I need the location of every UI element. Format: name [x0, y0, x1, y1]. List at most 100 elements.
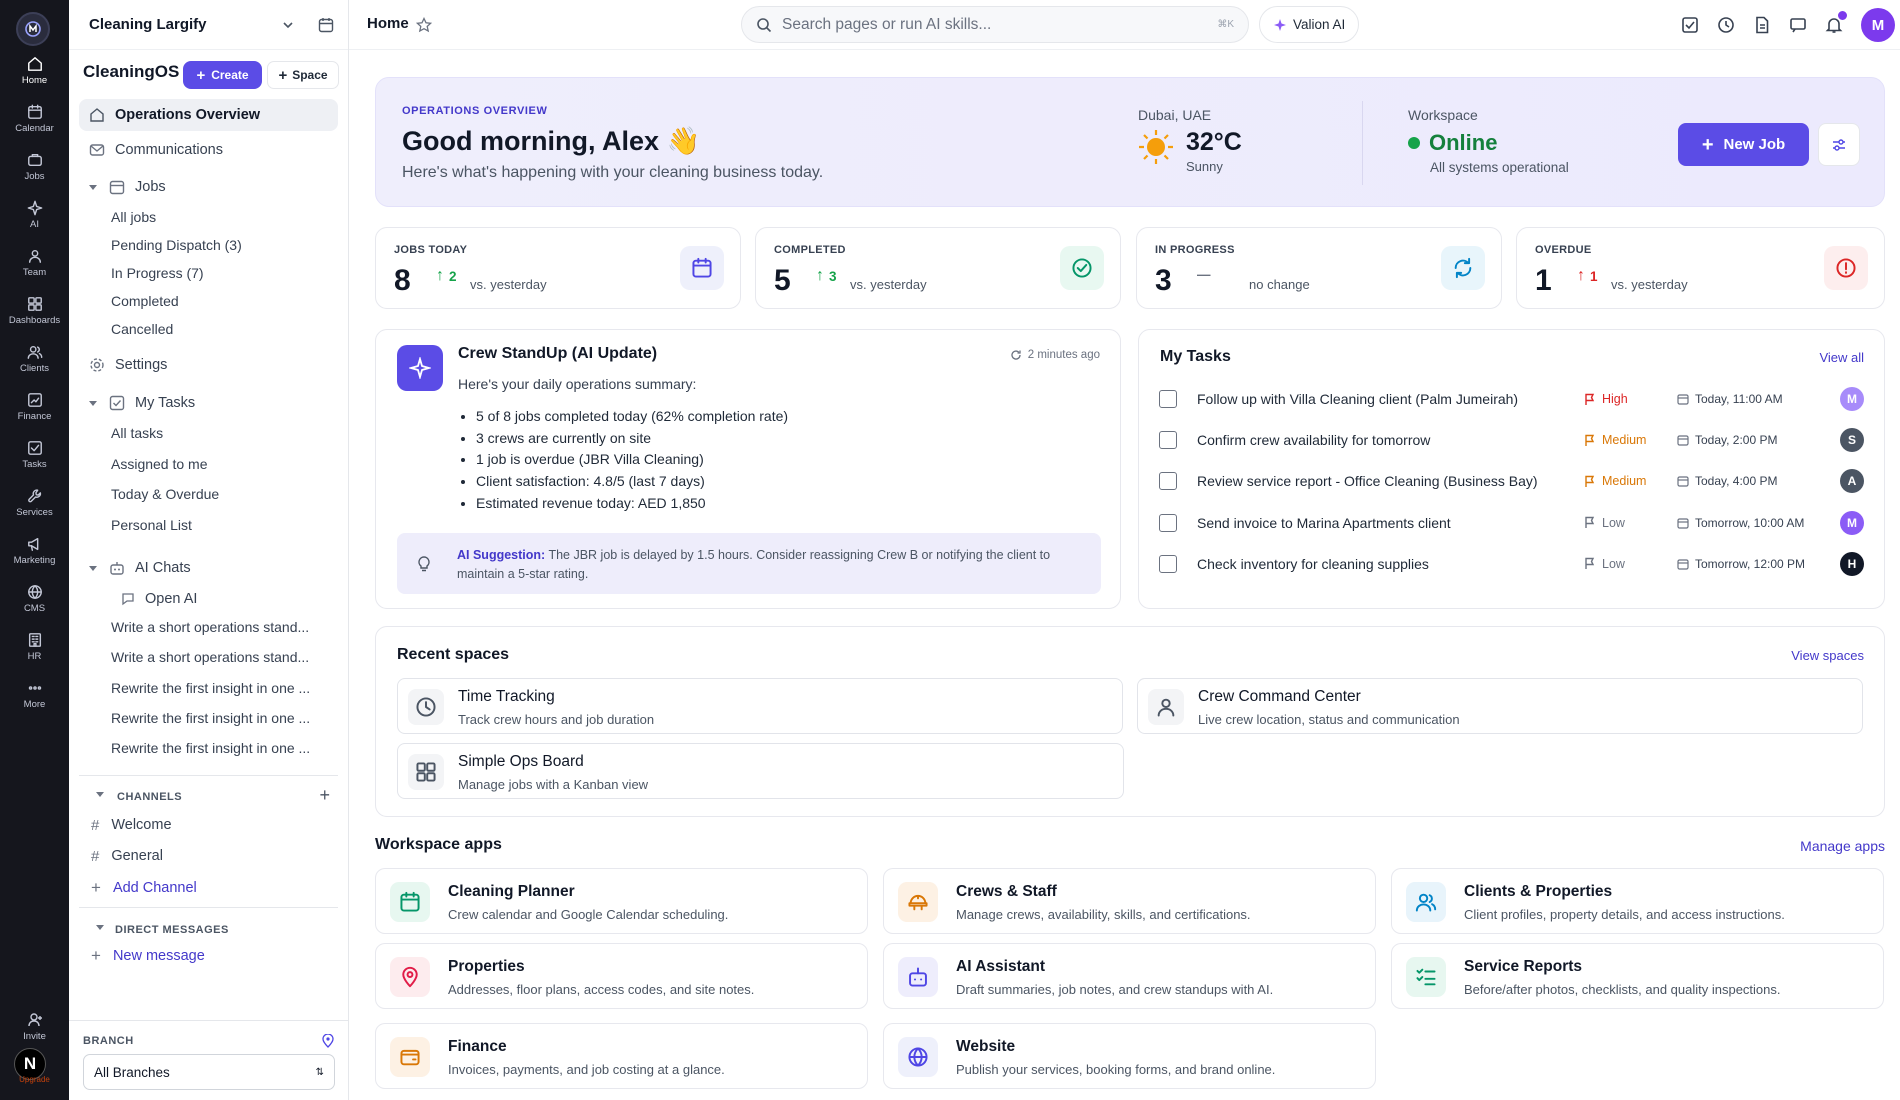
sidebar-item-settings[interactable]: Settings: [79, 355, 338, 375]
calendar-icon[interactable]: [318, 17, 334, 33]
valion-ai-button[interactable]: Valion AI: [1259, 6, 1360, 43]
task-text[interactable]: Check inventory for cleaning supplies: [1197, 556, 1429, 572]
channel-item[interactable]: # General: [79, 846, 338, 866]
app-card[interactable]: Service Reports Before/after photos, chec…: [1391, 943, 1884, 1009]
notifications-button[interactable]: [1825, 10, 1848, 34]
sidebar-subitem-jobs[interactable]: All jobs: [111, 209, 349, 225]
sidebar-item-my-tasks[interactable]: My Tasks: [79, 393, 338, 413]
task-text[interactable]: Send invoice to Marina Apartments client: [1197, 515, 1451, 531]
sidebar-item-open-ai[interactable]: Open AI: [79, 589, 338, 609]
filters-button[interactable]: [1818, 123, 1860, 166]
rail-item-tasks[interactable]: Tasks: [0, 433, 69, 477]
sidebar-item-label: Operations Overview: [115, 107, 261, 123]
profile-avatar[interactable]: M: [1861, 8, 1895, 42]
app-card[interactable]: Clients & Properties Client profiles, pro…: [1391, 868, 1884, 934]
workspace-switcher[interactable]: Cleaning Largify: [69, 0, 348, 50]
app-logo-icon[interactable]: [16, 12, 50, 46]
sidebar-item-ai-chats[interactable]: AI Chats: [79, 558, 338, 578]
refresh-icon[interactable]: [1010, 349, 1022, 361]
task-text[interactable]: Review service report - Office Cleaning …: [1197, 473, 1538, 489]
sidebar-chat-item[interactable]: Write a short operations stand...: [111, 619, 339, 635]
sidebar-subitem-tasks[interactable]: Today & Overdue: [111, 486, 349, 502]
rail-item-clients[interactable]: Clients: [0, 337, 69, 381]
assignee-avatar[interactable]: H: [1840, 551, 1864, 576]
task-checkbox[interactable]: [1159, 431, 1177, 450]
channel-item[interactable]: # Welcome: [79, 815, 338, 835]
rail-item-cms[interactable]: CMS: [0, 577, 69, 621]
sidebar-item-communications[interactable]: Communications: [79, 140, 338, 160]
document-icon[interactable]: [1753, 16, 1771, 34]
rail-item-marketing[interactable]: Marketing: [0, 529, 69, 573]
sidebar-chat-item[interactable]: Rewrite the first insight in one ...: [111, 710, 339, 726]
chevron-down-icon[interactable]: [282, 19, 294, 31]
task-checkbox[interactable]: [1159, 513, 1177, 532]
app-card[interactable]: Crews & Staff Manage crews, availability,…: [883, 868, 1376, 934]
sidebar-chat-item[interactable]: Rewrite the first insight in one ...: [111, 680, 339, 696]
new-message-button[interactable]: + New message: [79, 946, 338, 966]
clock-icon[interactable]: [1717, 16, 1735, 34]
task-text[interactable]: Follow up with Villa Cleaning client (Pa…: [1197, 391, 1518, 407]
manage-apps-link[interactable]: Manage apps: [1800, 838, 1885, 854]
task-text[interactable]: Confirm crew availability for tomorrow: [1197, 432, 1430, 448]
rail-item-hr[interactable]: HR: [0, 625, 69, 669]
app-card[interactable]: Finance Invoices, payments, and job costi…: [375, 1023, 868, 1089]
task-checkbox[interactable]: [1159, 472, 1177, 491]
assignee-avatar[interactable]: M: [1840, 510, 1864, 535]
add-channel-icon[interactable]: +: [319, 785, 330, 806]
create-button[interactable]: + Create: [183, 61, 262, 89]
message-icon[interactable]: [1789, 16, 1807, 34]
standup-title: Crew StandUp (AI Update): [458, 345, 658, 362]
task-checkbox[interactable]: [1159, 554, 1177, 573]
rail-item-services[interactable]: Services: [0, 481, 69, 525]
sidebar-subitem-tasks[interactable]: All tasks: [111, 425, 349, 441]
add-space-button[interactable]: + Space: [267, 61, 339, 89]
assignee-avatar[interactable]: M: [1840, 387, 1864, 411]
invite-button[interactable]: Invite: [0, 1005, 69, 1049]
task-due: Today, 4:00 PM: [1677, 474, 1778, 488]
sidebar-item-jobs[interactable]: Jobs: [79, 177, 338, 197]
assignee-avatar[interactable]: S: [1840, 428, 1864, 453]
sidebar-subitem-jobs[interactable]: In Progress (7): [111, 265, 349, 281]
chevron-down-icon[interactable]: [96, 925, 104, 930]
chevron-down-icon[interactable]: [96, 792, 104, 797]
rail-item-team[interactable]: Team: [0, 241, 69, 285]
upgrade-link[interactable]: Upgrade: [0, 1075, 69, 1084]
branch-select[interactable]: All Branches ⇅: [83, 1054, 335, 1090]
sidebar-item-operations[interactable]: Operations Overview: [79, 99, 338, 131]
chevron-down-icon[interactable]: [89, 400, 97, 406]
app-card[interactable]: AI Assistant Draft summaries, job notes, …: [883, 943, 1376, 1009]
app-card[interactable]: Properties Addresses, floor plans, access…: [375, 943, 868, 1009]
rail-item-jobs[interactable]: Jobs: [0, 145, 69, 189]
sidebar-subitem-jobs[interactable]: Cancelled: [111, 321, 349, 337]
new-job-button[interactable]: + New Job: [1678, 123, 1809, 166]
rail-item-label: Services: [16, 507, 53, 518]
sidebar-subitem-jobs[interactable]: Completed: [111, 293, 349, 309]
app-card[interactable]: Cleaning Planner Crew calendar and Google…: [375, 868, 868, 934]
add-channel-button[interactable]: + Add Channel: [79, 878, 338, 898]
chevron-down-icon[interactable]: [89, 184, 97, 190]
rail-item-calendar[interactable]: Calendar: [0, 97, 69, 141]
rail-item-dashboards[interactable]: Dashboards: [0, 289, 69, 333]
sidebar-subitem-tasks[interactable]: Personal List: [111, 517, 349, 533]
sidebar-subitem-jobs[interactable]: Pending Dispatch (3): [111, 237, 349, 253]
stat-delta-value: —: [1197, 267, 1211, 282]
task-check-icon[interactable]: [1681, 16, 1699, 34]
task-checkbox[interactable]: [1159, 390, 1177, 408]
sidebar-chat-item[interactable]: Write a short operations stand...: [111, 649, 339, 665]
space-card[interactable]: Simple Ops Board Manage jobs with a Kanba…: [397, 743, 1124, 799]
sidebar-chat-item[interactable]: Rewrite the first insight in one ...: [111, 740, 339, 756]
sidebar-subitem-tasks[interactable]: Assigned to me: [111, 456, 349, 472]
space-card[interactable]: Time Tracking Track crew hours and job du…: [397, 678, 1123, 734]
rail-item-ai[interactable]: AI: [0, 193, 69, 237]
rail-item-more[interactable]: More: [0, 673, 69, 717]
search-input[interactable]: Search pages or run AI skills... ⌘K: [741, 6, 1249, 43]
rail-item-finance[interactable]: Finance: [0, 385, 69, 429]
star-icon[interactable]: [416, 17, 432, 33]
app-card[interactable]: Website Publish your services, booking fo…: [883, 1023, 1376, 1089]
space-card[interactable]: Crew Command Center Live crew location, s…: [1137, 678, 1863, 734]
assignee-avatar[interactable]: A: [1840, 469, 1864, 494]
chevron-down-icon[interactable]: [89, 565, 97, 571]
view-spaces-link[interactable]: View spaces: [1791, 648, 1864, 663]
rail-item-home[interactable]: Home: [0, 49, 69, 93]
view-all-tasks-link[interactable]: View all: [1819, 350, 1864, 365]
